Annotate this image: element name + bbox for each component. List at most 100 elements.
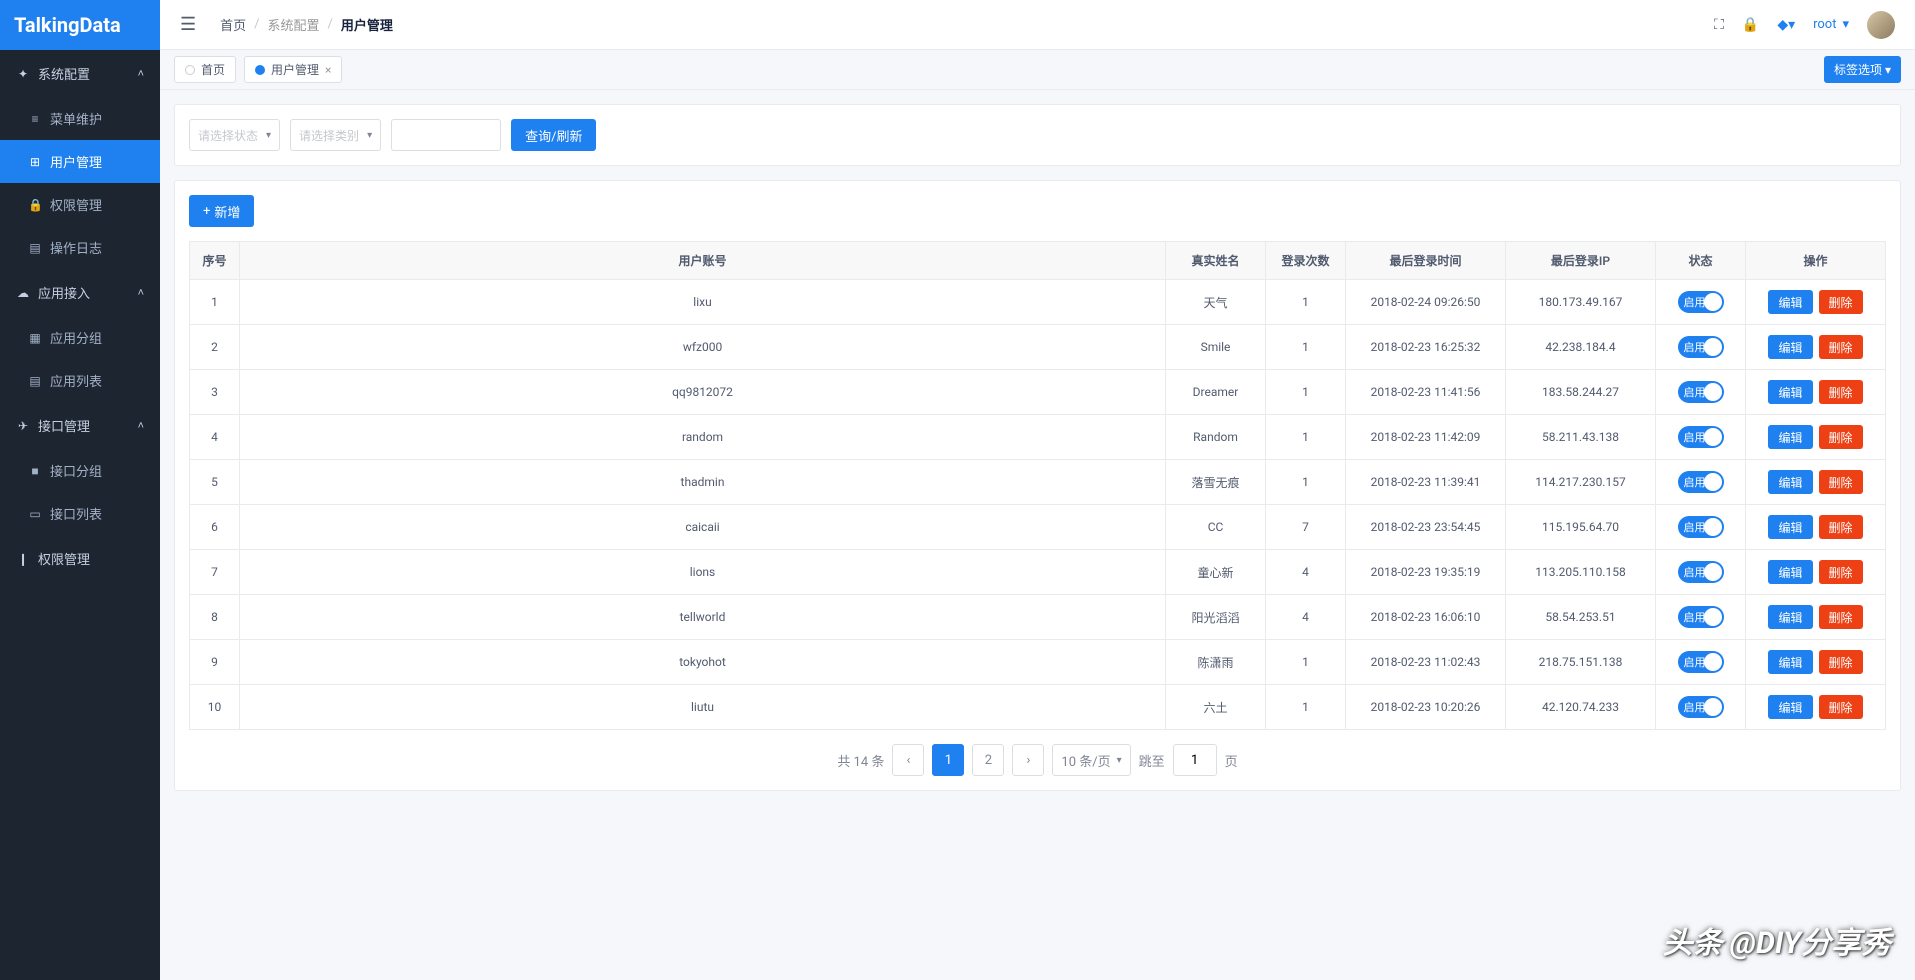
delete-button[interactable]: 删除 — [1819, 470, 1863, 494]
table-header: 操作 — [1746, 242, 1886, 280]
brand-logo: TalkingData — [0, 0, 160, 50]
edit-button[interactable]: 编辑 — [1768, 335, 1812, 359]
sidebar-item[interactable]: ■接口分组 — [0, 449, 160, 492]
theme-icon[interactable]: ◆▾ — [1777, 17, 1795, 33]
delete-button[interactable]: 删除 — [1819, 695, 1863, 719]
cell-actions: 编辑 删除 — [1746, 280, 1886, 325]
sidebar-group-title[interactable]: ✦系统配置˄ — [0, 50, 160, 97]
edit-button[interactable]: 编辑 — [1768, 605, 1812, 629]
close-icon[interactable]: × — [325, 63, 331, 77]
cell-count: 1 — [1266, 415, 1346, 460]
table-header: 登录次数 — [1266, 242, 1346, 280]
cell-status: 启用 — [1656, 280, 1746, 325]
toggle-knob — [1704, 473, 1722, 491]
search-input[interactable] — [391, 119, 501, 151]
status-select[interactable]: 请选择状态 ▾ — [189, 119, 280, 151]
status-toggle[interactable]: 启用 — [1678, 561, 1724, 583]
group-label: 系统配置 — [38, 64, 90, 83]
breadcrumb-section[interactable]: 系统配置 — [268, 15, 320, 34]
toggle-knob — [1704, 518, 1722, 536]
cell-account: thadmin — [240, 460, 1166, 505]
sidebar-item[interactable]: ▭接口列表 — [0, 492, 160, 535]
total-count: 共 14 条 — [837, 751, 884, 770]
sidebar-group-title[interactable]: ✈接口管理˄ — [0, 402, 160, 449]
cell-time: 2018-02-23 10:20:26 — [1346, 685, 1506, 730]
delete-button[interactable]: 删除 — [1819, 425, 1863, 449]
delete-button[interactable]: 删除 — [1819, 290, 1863, 314]
sidebar-group-title[interactable]: ❙权限管理 — [0, 535, 160, 582]
item-label: 应用列表 — [50, 371, 102, 390]
status-toggle[interactable]: 启用 — [1678, 426, 1724, 448]
sidebar-item[interactable]: ⊞用户管理 — [0, 140, 160, 183]
delete-button[interactable]: 删除 — [1819, 560, 1863, 584]
sidebar-item[interactable]: ▤应用列表 — [0, 359, 160, 402]
tab[interactable]: 用户管理× — [244, 56, 342, 83]
avatar[interactable] — [1867, 11, 1895, 39]
status-toggle[interactable]: 启用 — [1678, 471, 1724, 493]
search-button[interactable]: 查询/刷新 — [511, 119, 596, 151]
delete-button[interactable]: 删除 — [1819, 605, 1863, 629]
toggle-knob — [1704, 383, 1722, 401]
page-number-button[interactable]: 2 — [972, 744, 1004, 776]
cell-ip: 42.120.74.233 — [1506, 685, 1656, 730]
cell-idx: 10 — [190, 685, 240, 730]
sidebar-group-title[interactable]: ☁应用接入˄ — [0, 269, 160, 316]
edit-button[interactable]: 编辑 — [1768, 695, 1812, 719]
sidebar-item[interactable]: ≡菜单维护 — [0, 97, 160, 140]
item-icon: ■ — [28, 464, 42, 478]
table-row: 2 wfz000 Smile 1 2018-02-23 16:25:32 42.… — [190, 325, 1886, 370]
jump-input[interactable] — [1173, 744, 1217, 776]
edit-button[interactable]: 编辑 — [1768, 290, 1812, 314]
item-label: 权限管理 — [50, 195, 102, 214]
page-number-button[interactable]: 1 — [932, 744, 964, 776]
cell-ip: 114.217.230.157 — [1506, 460, 1656, 505]
status-toggle[interactable]: 启用 — [1678, 381, 1724, 403]
status-toggle[interactable]: 启用 — [1678, 291, 1724, 313]
edit-button[interactable]: 编辑 — [1768, 560, 1812, 584]
status-toggle[interactable]: 启用 — [1678, 651, 1724, 673]
sidebar-item[interactable]: ▤操作日志 — [0, 226, 160, 269]
type-select[interactable]: 请选择类别 ▾ — [290, 119, 381, 151]
status-toggle[interactable]: 启用 — [1678, 336, 1724, 358]
toggle-label: 启用 — [1684, 384, 1706, 400]
group-label: 接口管理 — [38, 416, 90, 435]
sidebar-item[interactable]: ▦应用分组 — [0, 316, 160, 359]
sidebar-item[interactable]: 🔒权限管理 — [0, 183, 160, 226]
menu-toggle-icon[interactable]: ☰ — [180, 14, 196, 35]
cell-actions: 编辑 删除 — [1746, 640, 1886, 685]
edit-button[interactable]: 编辑 — [1768, 515, 1812, 539]
status-toggle[interactable]: 启用 — [1678, 516, 1724, 538]
fullscreen-icon[interactable]: ⛶ — [1714, 17, 1724, 33]
status-toggle[interactable]: 启用 — [1678, 606, 1724, 628]
page-size-select[interactable]: 10 条/页 ▾ — [1052, 744, 1130, 776]
cell-ip: 183.58.244.27 — [1506, 370, 1656, 415]
delete-button[interactable]: 删除 — [1819, 515, 1863, 539]
cell-name: Random — [1166, 415, 1266, 460]
table-header: 用户账号 — [240, 242, 1166, 280]
prev-page-button[interactable]: ‹ — [892, 744, 924, 776]
delete-button[interactable]: 删除 — [1819, 335, 1863, 359]
status-toggle[interactable]: 启用 — [1678, 696, 1724, 718]
tab[interactable]: 首页 — [174, 56, 236, 83]
lock-icon[interactable]: 🔒 — [1742, 17, 1759, 33]
breadcrumb-home[interactable]: 首页 — [220, 15, 246, 34]
delete-button[interactable]: 删除 — [1819, 380, 1863, 404]
item-label: 接口列表 — [50, 504, 102, 523]
edit-button[interactable]: 编辑 — [1768, 470, 1812, 494]
edit-button[interactable]: 编辑 — [1768, 380, 1812, 404]
cell-idx: 6 — [190, 505, 240, 550]
edit-button[interactable]: 编辑 — [1768, 425, 1812, 449]
next-page-button[interactable]: › — [1012, 744, 1044, 776]
toggle-knob — [1704, 338, 1722, 356]
cell-status: 启用 — [1656, 415, 1746, 460]
cell-time: 2018-02-24 09:26:50 — [1346, 280, 1506, 325]
user-menu[interactable]: root ▾ — [1813, 17, 1849, 32]
add-button[interactable]: + 新增 — [189, 195, 254, 227]
delete-button[interactable]: 删除 — [1819, 650, 1863, 674]
cell-actions: 编辑 删除 — [1746, 325, 1886, 370]
tab-options-button[interactable]: 标签选项 ▾ — [1824, 56, 1901, 83]
edit-button[interactable]: 编辑 — [1768, 650, 1812, 674]
chevron-down-icon: ▾ — [367, 130, 372, 141]
toggle-label: 启用 — [1684, 609, 1706, 625]
breadcrumb-sep: / — [328, 17, 333, 32]
